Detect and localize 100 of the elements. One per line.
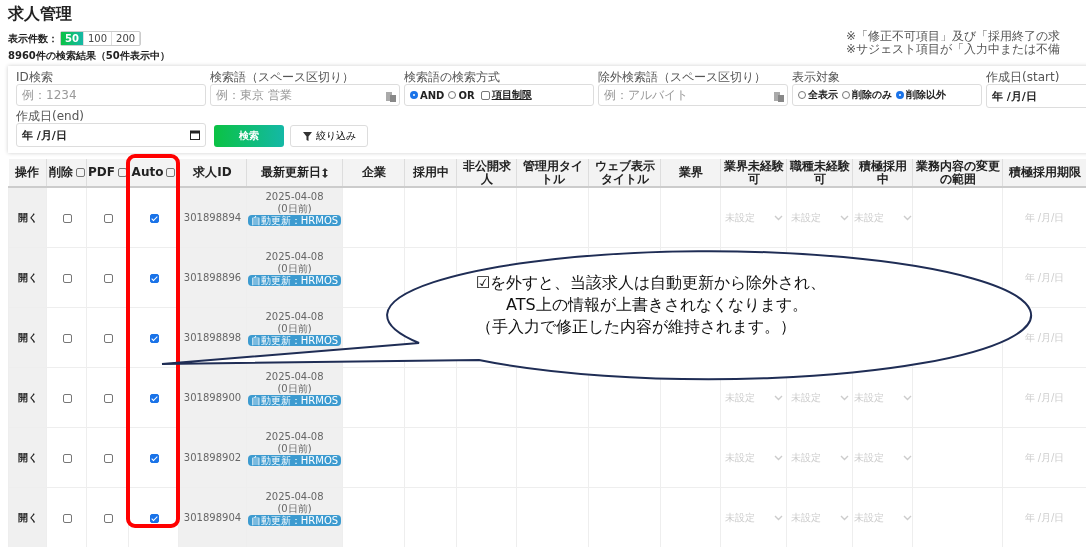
column-header: 業務内容の変更の範囲 (912, 159, 1003, 187)
job-id: 301898894 (183, 212, 242, 223)
callout-text: ATS上の情報が上書きされなくなります。 (505, 294, 809, 316)
job-id: 301898902 (183, 452, 242, 463)
column-header: 企業 (342, 159, 405, 187)
auto-checkbox[interactable] (150, 273, 159, 283)
clipboard-icon (386, 91, 396, 102)
column-header: 積極採用期限 (1002, 159, 1086, 187)
chevron-icon (773, 394, 783, 401)
job-id: 301898904 (183, 512, 242, 523)
delete-checkbox[interactable] (63, 333, 72, 343)
open-link[interactable]: 開く (17, 511, 38, 523)
filter-label: ID検索 (16, 70, 54, 84)
auto-checkbox[interactable] (150, 333, 159, 343)
pdf-checkbox[interactable] (104, 513, 113, 523)
open-link[interactable]: 開く (17, 391, 38, 403)
column-header: 非公開求人 (456, 159, 517, 187)
date-field[interactable]: 年 /月/日 (986, 84, 1086, 108)
filter-icon (302, 131, 312, 141)
job-id: 301898896 (183, 272, 242, 283)
update-date: 2025-04-08 (265, 371, 324, 383)
calendar-icon (190, 130, 200, 140)
column-header: 積極採用中 (852, 159, 913, 187)
result-summary: 8960件の検索結果（50件表示中） (8, 49, 170, 63)
column-header: 求人ID (178, 159, 247, 187)
auto-checkbox[interactable] (150, 393, 159, 403)
search-field[interactable]: 例：東京 営業 (210, 84, 400, 106)
days-ago: (0日前) (277, 323, 312, 335)
column-header: 職種未経験可 (786, 159, 853, 187)
open-link[interactable]: 開く (17, 271, 38, 283)
date-field[interactable]: 年 /月/日 (16, 123, 206, 147)
header-checkbox[interactable] (117, 168, 127, 177)
filter-label: 検索語（スペース区切り） (210, 70, 355, 84)
update-date: 2025-04-08 (265, 191, 324, 203)
update-date: 2025-04-08 (265, 311, 324, 323)
delete-checkbox[interactable] (63, 513, 72, 523)
chevron-icon (839, 454, 849, 461)
auto-update-badge: 自動更新：HRMOS (247, 215, 342, 226)
auto-checkbox[interactable] (150, 453, 159, 463)
open-link[interactable]: 開く (17, 451, 38, 463)
chevron-icon (839, 214, 849, 221)
clipboard-icon (774, 91, 784, 102)
chevron-icon (839, 514, 849, 521)
chevron-icon (902, 514, 912, 521)
days-ago: (0日前) (277, 443, 312, 455)
note-text: ※「修正不可項目」及び「採用終了の求 (846, 30, 1062, 43)
filter-button[interactable]: 絞り込み (290, 125, 368, 147)
page-title: 求人管理 (8, 4, 73, 25)
auto-update-badge: 自動更新：HRMOS (247, 395, 342, 406)
column-header: 操作 (8, 159, 47, 187)
days-ago: (0日前) (277, 203, 312, 215)
delete-checkbox[interactable] (63, 273, 72, 283)
days-ago: (0日前) (277, 263, 312, 275)
note-text: ※サジェスト項目が「入力中または不備 (846, 43, 1062, 56)
page-size-option[interactable]: 50 (61, 32, 84, 45)
radio-option[interactable]: 削除のみ (842, 88, 892, 102)
filter-label: 除外検索語（スペース区切り） (598, 70, 767, 84)
update-date: 2025-04-08 (265, 251, 324, 263)
delete-checkbox[interactable] (63, 393, 72, 403)
open-link[interactable]: 開く (17, 331, 38, 343)
chevron-icon (773, 454, 783, 461)
pdf-checkbox[interactable] (104, 333, 113, 343)
open-link[interactable]: 開く (17, 211, 38, 223)
search-button[interactable]: 検索 (214, 125, 284, 147)
delete-checkbox[interactable] (63, 213, 72, 223)
sort-icon[interactable] (322, 167, 328, 178)
radio-option[interactable]: OR (448, 89, 475, 101)
search-field[interactable]: 例：アルバイト (598, 84, 788, 106)
page-size-label: 表示件数： (8, 31, 58, 46)
callout-text: ☑を外すと、当該求人は自動更新から除外され、 (476, 272, 827, 294)
delete-checkbox[interactable] (63, 453, 72, 463)
pdf-checkbox[interactable] (104, 273, 113, 283)
radio-option[interactable]: 全表示 (798, 88, 838, 102)
update-date: 2025-04-08 (265, 491, 324, 503)
filter-label: 作成日(end) (16, 109, 85, 123)
auto-update-badge: 自動更新：HRMOS (247, 335, 342, 346)
chevron-icon (839, 394, 849, 401)
auto-checkbox[interactable] (150, 513, 159, 523)
column-header: ウェブ表示タイトル (588, 159, 661, 187)
header-checkbox[interactable] (166, 168, 176, 177)
column-header: 削除 (46, 159, 87, 187)
checkbox-option[interactable]: 項目制限 (478, 88, 532, 102)
callout-text: （手入力で修正した内容が維持されます。） (476, 316, 797, 338)
search-field[interactable]: 例：1234 (16, 84, 206, 106)
column-header: 業界 (660, 159, 721, 187)
column-header: 採用中 (404, 159, 457, 187)
auto-checkbox[interactable] (150, 213, 159, 223)
chevron-icon (902, 214, 912, 221)
chevron-icon (773, 514, 783, 521)
radio-option[interactable]: AND (410, 89, 445, 101)
column-header: 最新更新日 (246, 159, 343, 187)
radio-option[interactable]: 削除以外 (896, 88, 946, 102)
pdf-checkbox[interactable] (104, 453, 113, 463)
auto-update-badge: 自動更新：HRMOS (247, 275, 342, 286)
column-header: 業界未経験可 (720, 159, 787, 187)
pdf-checkbox[interactable] (104, 213, 113, 223)
pdf-checkbox[interactable] (104, 393, 113, 403)
header-checkbox[interactable] (75, 168, 85, 177)
update-date: 2025-04-08 (265, 431, 324, 443)
column-header: PDF (86, 159, 129, 187)
